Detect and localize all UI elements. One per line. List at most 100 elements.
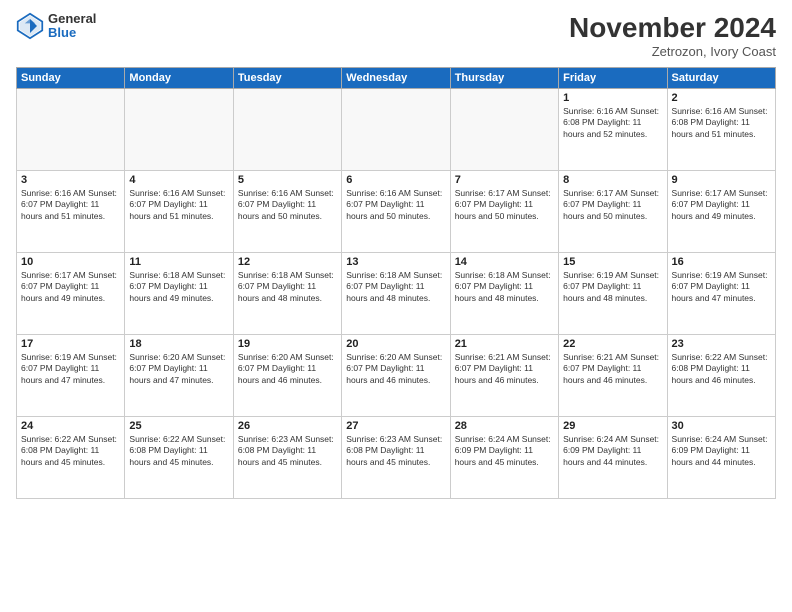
week-row-1: 1Sunrise: 6:16 AM Sunset: 6:08 PM Daylig… <box>17 89 776 171</box>
day-number: 13 <box>346 256 445 268</box>
table-cell: 16Sunrise: 6:19 AM Sunset: 6:07 PM Dayli… <box>667 253 775 335</box>
day-number: 12 <box>238 256 337 268</box>
day-number: 22 <box>563 338 662 350</box>
col-tuesday: Tuesday <box>233 68 341 89</box>
day-info: Sunrise: 6:16 AM Sunset: 6:07 PM Dayligh… <box>129 188 228 222</box>
table-cell: 28 Sunrise: 6:24 AM Sunset: 6:09 PM Dayli… <box>450 417 558 499</box>
table-cell: 20Sunrise: 6:20 AM Sunset: 6:07 PM Dayli… <box>342 335 450 417</box>
table-cell: 2 Sunrise: 6:16 AM Sunset: 6:08 PM Daylig… <box>667 89 775 171</box>
table-cell <box>17 89 125 171</box>
day-number: 9 <box>672 174 771 186</box>
day-info: Sunrise: 6:23 AM Sunset: 6:08 PM Dayligh… <box>238 434 337 468</box>
table-cell: 30Sunrise: 6:24 AM Sunset: 6:09 PM Dayli… <box>667 417 775 499</box>
table-cell: 29 Sunrise: 6:24 AM Sunset: 6:09 PM Dayli… <box>559 417 667 499</box>
day-info: Sunrise: 6:18 AM Sunset: 6:07 PM Dayligh… <box>238 270 337 304</box>
day-info: Sunrise: 6:22 AM Sunset: 6:08 PM Dayligh… <box>21 434 120 468</box>
day-info: Sunrise: 6:23 AM Sunset: 6:08 PM Dayligh… <box>346 434 445 468</box>
day-number: 3 <box>21 174 120 186</box>
table-cell <box>450 89 558 171</box>
table-cell: 11 Sunrise: 6:18 AM Sunset: 6:07 PM Dayli… <box>125 253 233 335</box>
day-number: 4 <box>129 174 228 186</box>
table-cell <box>233 89 341 171</box>
day-info: Sunrise: 6:24 AM Sunset: 6:09 PM Dayligh… <box>455 434 554 468</box>
day-info: Sunrise: 6:18 AM Sunset: 6:07 PM Dayligh… <box>129 270 228 304</box>
day-info: Sunrise: 6:24 AM Sunset: 6:09 PM Dayligh… <box>563 434 662 468</box>
calendar-header-row: Sunday Monday Tuesday Wednesday Thursday… <box>17 68 776 89</box>
day-info: Sunrise: 6:17 AM Sunset: 6:07 PM Dayligh… <box>672 188 771 222</box>
day-number: 14 <box>455 256 554 268</box>
table-cell: 14 Sunrise: 6:18 AM Sunset: 6:07 PM Dayli… <box>450 253 558 335</box>
week-row-5: 24 Sunrise: 6:22 AM Sunset: 6:08 PM Dayli… <box>17 417 776 499</box>
day-number: 10 <box>21 256 120 268</box>
day-number: 15 <box>563 256 662 268</box>
day-info: Sunrise: 6:22 AM Sunset: 6:08 PM Dayligh… <box>672 352 771 386</box>
table-cell: 13 Sunrise: 6:18 AM Sunset: 6:07 PM Dayli… <box>342 253 450 335</box>
day-info: Sunrise: 6:20 AM Sunset: 6:07 PM Dayligh… <box>129 352 228 386</box>
title-block: November 2024 Zetrozon, Ivory Coast <box>569 12 776 59</box>
col-sunday: Sunday <box>17 68 125 89</box>
table-cell: 25Sunrise: 6:22 AM Sunset: 6:08 PM Dayli… <box>125 417 233 499</box>
logo-text: General Blue <box>48 12 96 41</box>
table-cell: 8 Sunrise: 6:17 AM Sunset: 6:07 PM Daylig… <box>559 171 667 253</box>
week-row-2: 3 Sunrise: 6:16 AM Sunset: 6:07 PM Daylig… <box>17 171 776 253</box>
day-info: Sunrise: 6:17 AM Sunset: 6:07 PM Dayligh… <box>563 188 662 222</box>
day-number: 26 <box>238 420 337 432</box>
table-cell: 23 Sunrise: 6:22 AM Sunset: 6:08 PM Dayli… <box>667 335 775 417</box>
table-cell: 9 Sunrise: 6:17 AM Sunset: 6:07 PM Daylig… <box>667 171 775 253</box>
day-info: Sunrise: 6:16 AM Sunset: 6:08 PM Dayligh… <box>672 106 771 140</box>
day-number: 17 <box>21 338 120 350</box>
location-subtitle: Zetrozon, Ivory Coast <box>569 44 776 59</box>
logo-icon <box>16 12 44 40</box>
calendar-table: Sunday Monday Tuesday Wednesday Thursday… <box>16 67 776 499</box>
day-number: 25 <box>129 420 228 432</box>
day-info: Sunrise: 6:16 AM Sunset: 6:07 PM Dayligh… <box>346 188 445 222</box>
day-info: Sunrise: 6:16 AM Sunset: 6:07 PM Dayligh… <box>238 188 337 222</box>
day-info: Sunrise: 6:19 AM Sunset: 6:07 PM Dayligh… <box>563 270 662 304</box>
day-number: 27 <box>346 420 445 432</box>
day-number: 11 <box>129 256 228 268</box>
col-friday: Friday <box>559 68 667 89</box>
day-number: 8 <box>563 174 662 186</box>
day-info: Sunrise: 6:21 AM Sunset: 6:07 PM Dayligh… <box>455 352 554 386</box>
col-monday: Monday <box>125 68 233 89</box>
day-number: 16 <box>672 256 771 268</box>
table-cell: 18Sunrise: 6:20 AM Sunset: 6:07 PM Dayli… <box>125 335 233 417</box>
table-cell: 24 Sunrise: 6:22 AM Sunset: 6:08 PM Dayli… <box>17 417 125 499</box>
day-number: 28 <box>455 420 554 432</box>
page: General Blue November 2024 Zetrozon, Ivo… <box>0 0 792 612</box>
table-cell <box>342 89 450 171</box>
table-cell: 4 Sunrise: 6:16 AM Sunset: 6:07 PM Daylig… <box>125 171 233 253</box>
day-info: Sunrise: 6:21 AM Sunset: 6:07 PM Dayligh… <box>563 352 662 386</box>
table-cell: 6 Sunrise: 6:16 AM Sunset: 6:07 PM Daylig… <box>342 171 450 253</box>
col-thursday: Thursday <box>450 68 558 89</box>
day-number: 21 <box>455 338 554 350</box>
table-cell: 15 Sunrise: 6:19 AM Sunset: 6:07 PM Dayli… <box>559 253 667 335</box>
day-info: Sunrise: 6:20 AM Sunset: 6:07 PM Dayligh… <box>346 352 445 386</box>
table-cell: 5Sunrise: 6:16 AM Sunset: 6:07 PM Daylig… <box>233 171 341 253</box>
logo: General Blue <box>16 12 96 41</box>
week-row-4: 17 Sunrise: 6:19 AM Sunset: 6:07 PM Dayli… <box>17 335 776 417</box>
day-number: 2 <box>672 92 771 104</box>
day-info: Sunrise: 6:18 AM Sunset: 6:07 PM Dayligh… <box>455 270 554 304</box>
day-info: Sunrise: 6:20 AM Sunset: 6:07 PM Dayligh… <box>238 352 337 386</box>
day-number: 19 <box>238 338 337 350</box>
day-info: Sunrise: 6:16 AM Sunset: 6:07 PM Dayligh… <box>21 188 120 222</box>
table-cell: 10 Sunrise: 6:17 AM Sunset: 6:07 PM Dayli… <box>17 253 125 335</box>
table-cell: 1Sunrise: 6:16 AM Sunset: 6:08 PM Daylig… <box>559 89 667 171</box>
logo-general-text: General <box>48 12 96 26</box>
table-cell <box>125 89 233 171</box>
day-number: 6 <box>346 174 445 186</box>
table-cell: 3 Sunrise: 6:16 AM Sunset: 6:07 PM Daylig… <box>17 171 125 253</box>
day-info: Sunrise: 6:19 AM Sunset: 6:07 PM Dayligh… <box>21 352 120 386</box>
week-row-3: 10 Sunrise: 6:17 AM Sunset: 6:07 PM Dayli… <box>17 253 776 335</box>
table-cell: 17 Sunrise: 6:19 AM Sunset: 6:07 PM Dayli… <box>17 335 125 417</box>
day-info: Sunrise: 6:18 AM Sunset: 6:07 PM Dayligh… <box>346 270 445 304</box>
table-cell: 22 Sunrise: 6:21 AM Sunset: 6:07 PM Dayli… <box>559 335 667 417</box>
table-cell: 12 Sunrise: 6:18 AM Sunset: 6:07 PM Dayli… <box>233 253 341 335</box>
day-number: 23 <box>672 338 771 350</box>
col-saturday: Saturday <box>667 68 775 89</box>
day-number: 29 <box>563 420 662 432</box>
day-info: Sunrise: 6:17 AM Sunset: 6:07 PM Dayligh… <box>21 270 120 304</box>
table-cell: 26 Sunrise: 6:23 AM Sunset: 6:08 PM Dayli… <box>233 417 341 499</box>
day-number: 24 <box>21 420 120 432</box>
